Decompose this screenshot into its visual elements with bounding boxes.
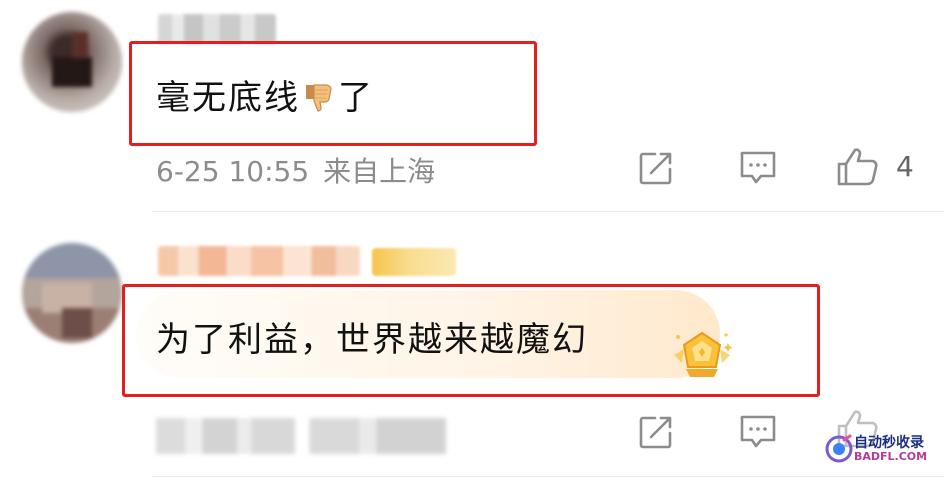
comment-icon [740, 151, 776, 184]
location: 来自上海 [323, 155, 436, 188]
username-blurred[interactable] [158, 14, 276, 44]
watermark-line2: BADFL.COM [854, 450, 928, 463]
share-button[interactable] [636, 148, 676, 188]
divider [152, 211, 944, 212]
comment-meta: 6-25 10:55 来自上海 [156, 150, 435, 190]
comment-icon [740, 415, 776, 448]
timestamp: 6-25 10:55 [156, 155, 310, 188]
watermark-line1: 自动秒收录 [854, 435, 924, 451]
share-icon [639, 152, 672, 185]
username-blurred[interactable] [158, 246, 360, 276]
like-icon [837, 148, 878, 186]
avatar[interactable] [22, 12, 122, 112]
highlight-box [122, 284, 820, 397]
reply-button[interactable] [738, 412, 778, 452]
comment-meta-blurred [156, 418, 446, 454]
avatar[interactable] [22, 243, 122, 343]
share-button[interactable] [636, 412, 676, 452]
share-icon [639, 416, 672, 449]
highlight-box [129, 41, 537, 146]
reply-button[interactable] [738, 148, 778, 188]
divider [152, 476, 944, 477]
member-badge-blurred [372, 248, 456, 276]
like-count: 4 [896, 150, 914, 183]
watermark: 自动秒收录 BADFL.COM [824, 432, 940, 466]
like-button[interactable] [836, 146, 880, 188]
watermark-logo-icon [825, 434, 853, 463]
